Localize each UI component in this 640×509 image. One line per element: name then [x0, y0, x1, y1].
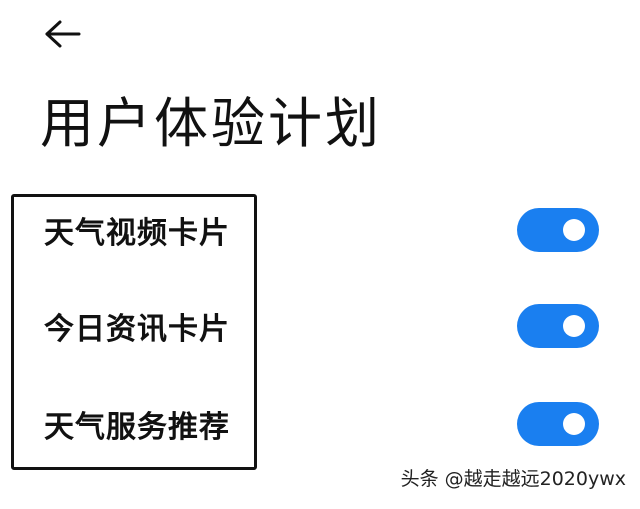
toggle-knob	[563, 413, 585, 435]
page-title: 用户体验计划	[40, 92, 382, 155]
arrow-left-icon	[45, 20, 81, 48]
watermark: 头条 @越走越远2020ywx	[400, 468, 626, 490]
weather-service-recommendation-toggle[interactable]	[517, 402, 599, 446]
daily-news-card-toggle[interactable]	[517, 304, 599, 348]
setting-label: 天气视频卡片	[44, 216, 230, 251]
back-button[interactable]	[40, 14, 86, 54]
toggle-knob	[563, 219, 585, 241]
setting-label: 天气服务推荐	[44, 410, 230, 445]
toggle-knob	[563, 315, 585, 337]
setting-row-weather-video-card[interactable]: 天气视频卡片	[0, 194, 640, 266]
weather-video-card-toggle[interactable]	[517, 208, 599, 252]
setting-row-weather-service-recommendation[interactable]: 天气服务推荐	[0, 388, 640, 460]
setting-row-daily-news-card[interactable]: 今日资讯卡片	[0, 290, 640, 362]
setting-label: 今日资讯卡片	[44, 312, 230, 347]
